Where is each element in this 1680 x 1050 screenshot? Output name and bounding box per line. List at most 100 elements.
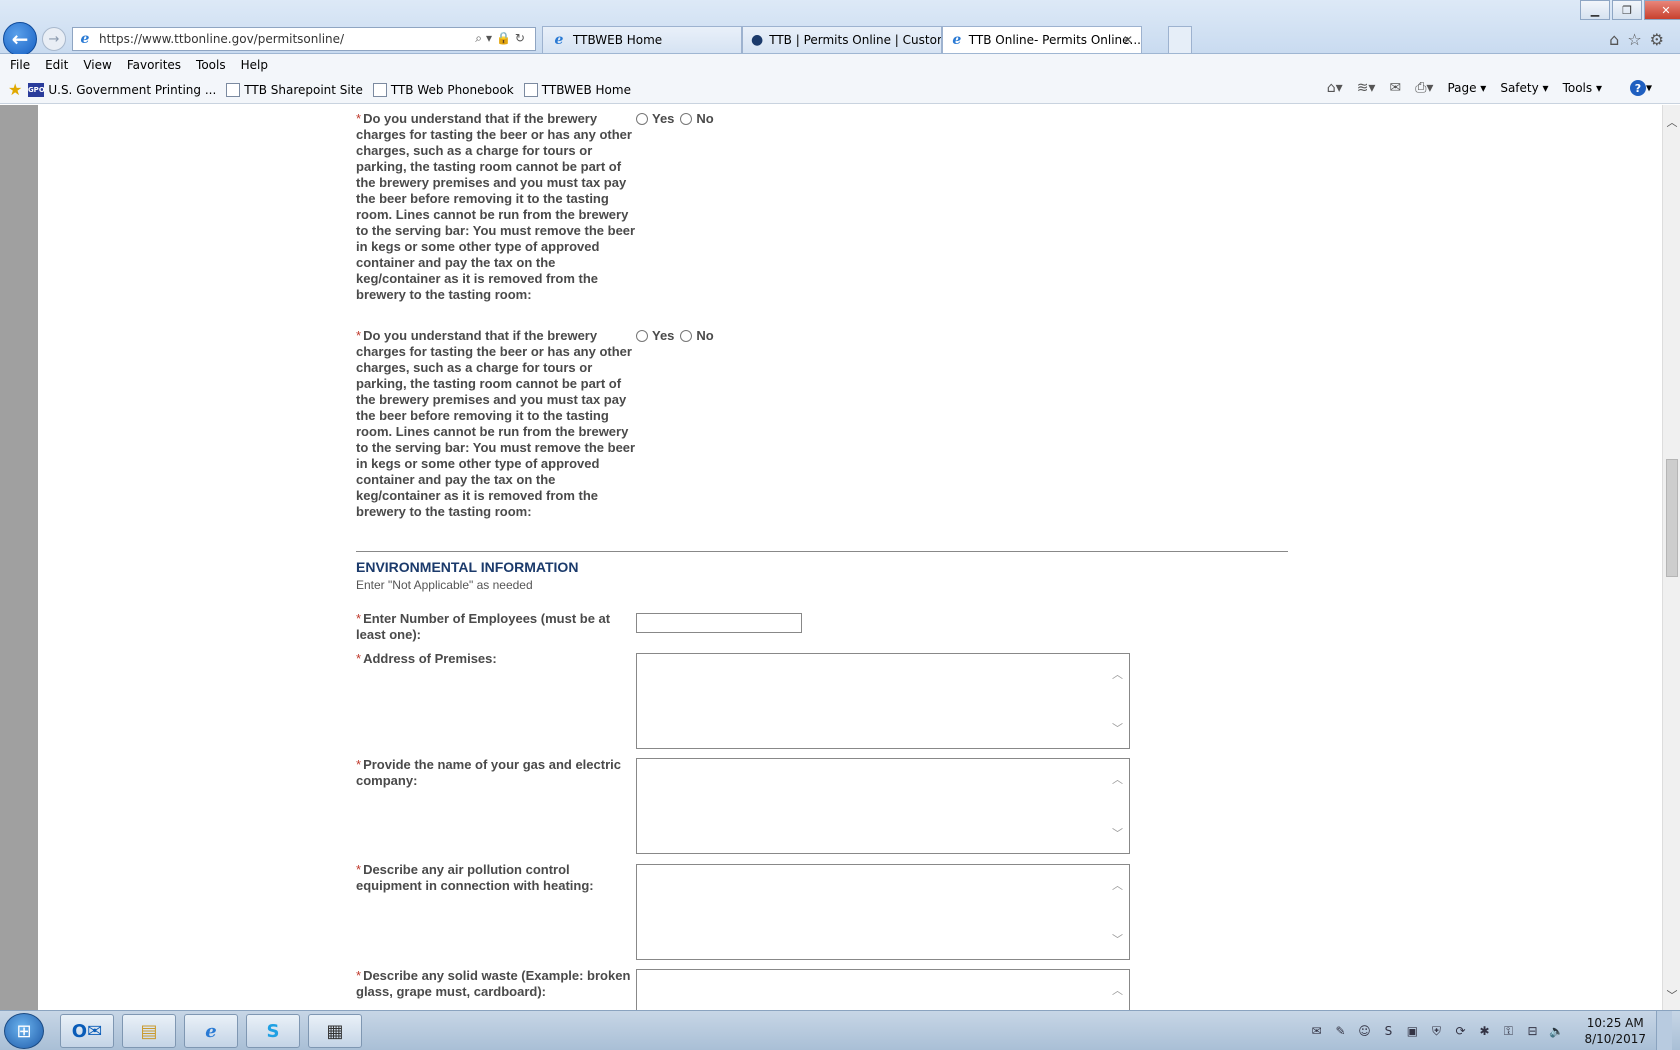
system-tray: ✉ ✎ ☺ S ▣ ⛨ ⟳ ✱ ⚿ ⊟ 🔈 10:25 AM 8/10/2017	[1300, 1011, 1672, 1050]
menu-file[interactable]: File	[10, 58, 30, 72]
radio-yes-label: Yes	[652, 111, 675, 126]
radio-no-1[interactable]	[680, 112, 693, 125]
skype-tray-icon[interactable]: S	[1380, 1023, 1396, 1039]
section-subtitle: Enter "Not Applicable" as needed	[356, 578, 533, 592]
tab-permits-online-custom[interactable]: ● TTB | Permits Online | Custom...	[742, 26, 942, 53]
page-scrollbar[interactable]: ︿ ﹀	[1662, 105, 1680, 1010]
menu-favorites[interactable]: Favorites	[127, 58, 181, 72]
air-pollution-textarea[interactable]: ︿ ﹀	[636, 864, 1130, 960]
solid-waste-textarea[interactable]: ︿	[636, 969, 1130, 1010]
scroll-up-icon[interactable]: ︿	[1112, 877, 1123, 893]
back-button[interactable]: ←	[3, 22, 37, 56]
show-desktop-button[interactable]	[1656, 1011, 1672, 1050]
close-window-button[interactable]: ✕	[1644, 0, 1680, 20]
user-tray-icon[interactable]: ☺	[1356, 1023, 1372, 1039]
print-icon[interactable]: ⎙▾	[1415, 80, 1433, 96]
help-icon[interactable]: ? ▾	[1616, 80, 1652, 96]
forward-button[interactable]: →	[42, 27, 66, 51]
question-text: Do you understand that if the brewery ch…	[356, 111, 636, 302]
scroll-down-icon[interactable]: ﹀	[1112, 825, 1123, 841]
device-tray-icon[interactable]: ▣	[1404, 1023, 1420, 1039]
fav-ttb-phonebook[interactable]: TTB Web Phonebook	[372, 82, 514, 97]
sync-tray-icon[interactable]: ⟳	[1452, 1023, 1468, 1039]
radio-no-label: No	[696, 328, 714, 343]
mail-icon[interactable]: ✉	[1389, 80, 1401, 96]
required-marker: *	[356, 757, 362, 772]
scroll-up-icon[interactable]: ︿	[1112, 666, 1123, 682]
cmd-safety[interactable]: Safety ▾	[1500, 81, 1548, 95]
explorer-taskbar-button[interactable]: ▤	[122, 1014, 176, 1048]
network-tray-icon[interactable]: ⊟	[1524, 1023, 1540, 1039]
cmd-tools[interactable]: Tools ▾	[1563, 81, 1602, 95]
radio-yes-1[interactable]	[636, 112, 648, 125]
feeds-icon[interactable]: ≋▾	[1357, 80, 1376, 96]
label-solid-waste: * Describe any solid waste (Example: brok…	[356, 968, 636, 1000]
start-button[interactable]: ⊞	[4, 1013, 44, 1049]
address-tools-icon[interactable]: ⌕▾🔒↻	[475, 31, 529, 46]
fav-label: U.S. Government Printing ...	[48, 82, 217, 97]
clock-date: 8/10/2017	[1584, 1032, 1646, 1046]
menu-tools[interactable]: Tools	[196, 58, 226, 72]
volume-tray-icon[interactable]: 🔈	[1548, 1023, 1564, 1039]
scroll-down-icon[interactable]: ﹀	[1663, 986, 1680, 1004]
address-bar[interactable]: e https://www.ttbonline.gov/permitsonlin…	[72, 27, 536, 51]
field-label: Address of Premises:	[363, 651, 497, 666]
menu-view[interactable]: View	[83, 58, 111, 72]
menu-edit[interactable]: Edit	[45, 58, 68, 72]
gpo-icon: GPO	[28, 82, 45, 97]
scroll-up-icon[interactable]: ︿	[1112, 982, 1123, 998]
menu-help[interactable]: Help	[241, 58, 268, 72]
browser-titlebar: ← → e https://www.ttbonline.gov/permitso…	[0, 0, 1680, 56]
tab-label: TTB | Permits Online | Custom...	[769, 33, 942, 47]
home-icon[interactable]: ⌂	[1609, 30, 1627, 49]
ie-tab-icon: e	[554, 32, 564, 48]
radio-no-2[interactable]	[680, 329, 693, 342]
favorites-star-icon[interactable]: ★	[8, 80, 22, 99]
required-marker: *	[356, 651, 362, 666]
tab-label: TTBWEB Home	[573, 33, 663, 47]
scroll-down-icon[interactable]: ﹀	[1112, 720, 1123, 736]
address-url[interactable]: https://www.ttbonline.gov/permitsonline/	[99, 32, 344, 46]
key-tray-icon[interactable]: ⚿	[1500, 1023, 1516, 1039]
window-icon: ▦	[326, 1020, 344, 1042]
fav-label: TTB Web Phonebook	[390, 82, 514, 97]
fav-ttbweb-home[interactable]: TTBWEB Home	[523, 82, 631, 97]
system-clock[interactable]: 10:25 AM 8/10/2017	[1584, 1015, 1646, 1047]
pen-tray-icon[interactable]: ✎	[1332, 1023, 1348, 1039]
fav-ttb-sharepoint[interactable]: TTB Sharepoint Site	[226, 82, 363, 97]
home-icon[interactable]: ⌂▾	[1327, 80, 1343, 96]
settings-gear-icon[interactable]: ⚙	[1650, 30, 1672, 49]
app-taskbar-button[interactable]: ▦	[308, 1014, 362, 1048]
shield-tray-icon[interactable]: ⛨	[1428, 1023, 1444, 1039]
restore-button[interactable]: ❐	[1612, 0, 1642, 20]
new-tab-button[interactable]	[1168, 26, 1192, 53]
page-content: * Do you understand that if the brewery c…	[38, 105, 1662, 1010]
tab-ttb-online-permits[interactable]: e TTB Online- Permits Online... ✕	[942, 26, 1142, 53]
address-textarea[interactable]: ︿ ﹀	[636, 653, 1130, 749]
tab-label: TTB Online- Permits Online...	[968, 33, 1141, 47]
employees-input[interactable]	[636, 613, 802, 633]
radio-group-1: Yes No	[636, 111, 720, 126]
ie-taskbar-button[interactable]: e	[184, 1014, 238, 1048]
close-tab-icon[interactable]: ✕	[1123, 33, 1133, 47]
gas-electric-textarea[interactable]: ︿ ﹀	[636, 758, 1130, 854]
cmd-page[interactable]: Page ▾	[1447, 81, 1486, 95]
nx-tray-icon[interactable]: ✱	[1476, 1023, 1492, 1039]
skype-taskbar-button[interactable]: S	[246, 1014, 300, 1048]
outlook-taskbar-button[interactable]: O✉	[60, 1014, 114, 1048]
page-icon	[226, 82, 241, 97]
scroll-up-icon[interactable]: ︿	[1112, 771, 1123, 787]
scroll-thumb[interactable]	[1666, 459, 1678, 577]
tab-ttbweb-home[interactable]: e TTBWEB Home	[542, 26, 742, 53]
favorites-star-icon[interactable]: ☆	[1627, 30, 1649, 49]
outlook-tray-icon[interactable]: ✉	[1308, 1023, 1324, 1039]
label-gas-electric-company: * Provide the name of your gas and electr…	[356, 757, 636, 789]
fav-gpo[interactable]: GPO U.S. Government Printing ...	[28, 82, 217, 97]
internet-explorer-icon: e	[205, 1020, 217, 1042]
radio-yes-label: Yes	[652, 328, 675, 343]
radio-yes-2[interactable]	[636, 329, 648, 342]
clock-time: 10:25 AM	[1586, 1016, 1644, 1030]
scroll-down-icon[interactable]: ﹀	[1112, 931, 1123, 947]
minimize-button[interactable]: ▁	[1580, 0, 1610, 20]
scroll-up-icon[interactable]: ︿	[1663, 113, 1680, 131]
